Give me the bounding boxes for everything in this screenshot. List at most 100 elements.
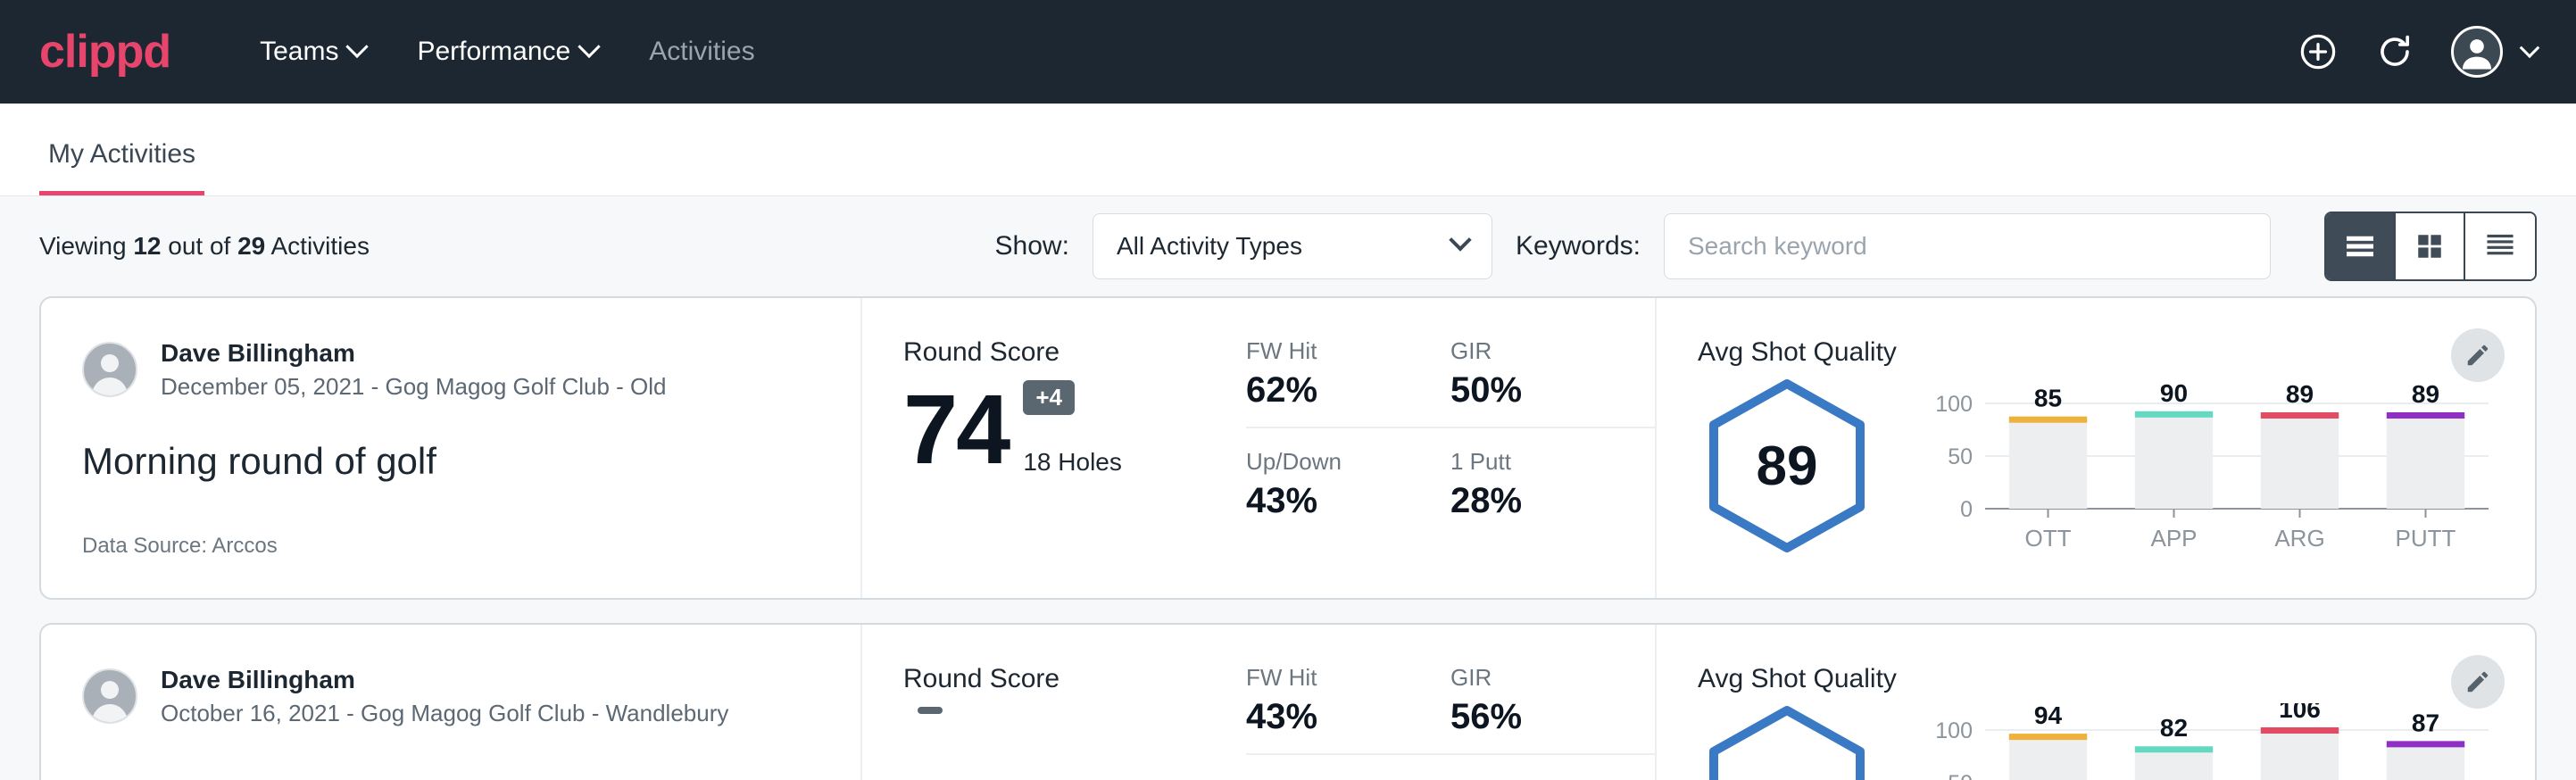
bar-cap bbox=[2261, 727, 2339, 734]
filter-controls: Show: All Activity Types Keywords: bbox=[995, 212, 2537, 281]
edit-activity-button[interactable] bbox=[2451, 328, 2505, 382]
holes-played: 18 Holes bbox=[1023, 448, 1122, 477]
score-differential-badge bbox=[918, 707, 943, 714]
bar-chart-svg: 05010094OTT82APP106ARG87PUTT bbox=[1915, 703, 2494, 780]
bar-cap bbox=[2009, 417, 2087, 423]
chevron-down-icon bbox=[1449, 228, 1471, 251]
main-nav: Teams Performance Activities bbox=[260, 37, 754, 67]
activity-summary: Dave Billingham October 16, 2021 - Gog M… bbox=[41, 625, 862, 780]
avatar bbox=[82, 342, 137, 397]
nav-item-teams-label: Teams bbox=[260, 37, 338, 67]
nav-item-activities-label: Activities bbox=[649, 37, 754, 67]
bar-cap bbox=[2387, 741, 2464, 747]
stat-label: Up/Down bbox=[1246, 448, 1415, 476]
stat-label: GIR bbox=[1450, 664, 1619, 692]
viewing-total: 29 bbox=[237, 232, 265, 260]
viewing-mid: out of bbox=[161, 232, 237, 260]
y-axis-tick-label: 50 bbox=[1948, 444, 1973, 469]
activity-card[interactable]: Dave Billingham October 16, 2021 - Gog M… bbox=[39, 623, 2537, 780]
shot-quality-bar-chart: 05010094OTT82APP106ARG87PUTT bbox=[1915, 703, 2494, 780]
activity-title: Morning round of golf bbox=[82, 440, 819, 483]
detail-view-button[interactable] bbox=[2465, 213, 2535, 279]
bar-cap bbox=[2135, 411, 2213, 418]
bar-cap bbox=[2135, 746, 2213, 752]
activity-summary: Dave Billingham December 05, 2021 - Gog … bbox=[41, 298, 862, 598]
nav-item-activities[interactable]: Activities bbox=[649, 37, 754, 67]
bar-value-label: 106 bbox=[2279, 703, 2321, 723]
round-score-section: Round Score 74 +4 18 Holes bbox=[862, 298, 1246, 598]
quality-hexagon: 89 bbox=[1698, 377, 1876, 555]
activity-card[interactable]: Dave Billingham December 05, 2021 - Gog … bbox=[39, 296, 2537, 600]
user-menu[interactable] bbox=[2451, 26, 2537, 78]
bar-track bbox=[2261, 730, 2339, 780]
stat-label: GIR bbox=[1450, 337, 1619, 365]
round-stats: FW Hit 43% GIR 56% bbox=[1246, 625, 1657, 780]
shot-quality-bar-chart: 05010085OTT90APP89ARG89PUTT bbox=[1915, 377, 2494, 555]
stat-value: 62% bbox=[1246, 370, 1415, 411]
quality-score: 89 bbox=[1698, 377, 1876, 555]
tab-strip: My Activities bbox=[0, 104, 2576, 196]
refresh-icon[interactable] bbox=[2374, 31, 2415, 72]
stat-label: FW Hit bbox=[1246, 664, 1415, 692]
viewing-count: 12 bbox=[133, 232, 161, 260]
stat-gir: GIR 56% bbox=[1450, 664, 1655, 755]
chevron-down-icon bbox=[346, 36, 369, 58]
activity-user: Dave Billingham October 16, 2021 - Gog M… bbox=[82, 664, 819, 729]
y-axis-tick-label: 50 bbox=[1948, 771, 1973, 780]
activity-type-select-value: All Activity Types bbox=[1117, 232, 1302, 261]
clippd-logo[interactable]: clippd bbox=[39, 29, 170, 75]
nav-item-teams[interactable]: Teams bbox=[260, 37, 365, 67]
stat-value: 43% bbox=[1246, 481, 1415, 521]
grid-view-button[interactable] bbox=[2396, 213, 2465, 279]
nav-item-performance[interactable]: Performance bbox=[417, 37, 597, 67]
stat-value: 50% bbox=[1450, 370, 1619, 411]
bar-value-label: 82 bbox=[2160, 714, 2188, 742]
list-icon bbox=[2344, 233, 2376, 260]
bar-track bbox=[2387, 743, 2464, 780]
top-bar-actions bbox=[2298, 26, 2537, 78]
tab-my-activities[interactable]: My Activities bbox=[39, 139, 204, 195]
search-input[interactable] bbox=[1664, 213, 2271, 279]
stat-value: 43% bbox=[1246, 697, 1415, 737]
avg-shot-quality-label: Avg Shot Quality bbox=[1698, 337, 2494, 368]
user-name: Dave Billingham bbox=[161, 664, 728, 695]
avg-shot-quality-label: Avg Shot Quality bbox=[1698, 664, 2494, 694]
viewing-summary: Viewing 12 out of 29 Activities bbox=[39, 232, 370, 261]
bar-track bbox=[2009, 419, 2087, 509]
bar-track bbox=[2135, 414, 2213, 509]
show-label: Show: bbox=[995, 231, 1069, 261]
detail-list-icon bbox=[2484, 232, 2516, 261]
grid-icon bbox=[2414, 231, 2445, 261]
y-axis-tick-label: 100 bbox=[1935, 718, 1973, 743]
round-score-section: Round Score bbox=[862, 625, 1246, 780]
activity-user: Dave Billingham December 05, 2021 - Gog … bbox=[82, 337, 819, 402]
round-score-label: Round Score bbox=[903, 337, 1246, 368]
y-axis-tick-label: 0 bbox=[1960, 497, 1973, 522]
x-axis-tick-label: PUTT bbox=[2396, 525, 2456, 552]
bar-value-label: 85 bbox=[2034, 385, 2062, 412]
score-differential-badge: +4 bbox=[1023, 380, 1075, 415]
activity-type-select[interactable]: All Activity Types bbox=[1093, 213, 1492, 279]
stat-value: 56% bbox=[1450, 697, 1619, 737]
bar-value-label: 87 bbox=[2412, 709, 2439, 736]
avatar bbox=[82, 668, 137, 724]
data-source: Data Source: Arccos bbox=[82, 534, 278, 559]
chevron-down-icon bbox=[578, 36, 600, 58]
bar-value-label: 94 bbox=[2034, 703, 2063, 729]
edit-activity-button[interactable] bbox=[2451, 655, 2505, 709]
bar-value-label: 89 bbox=[2412, 380, 2439, 408]
viewing-suffix: Activities bbox=[265, 232, 370, 260]
stat-value: 28% bbox=[1450, 481, 1619, 521]
viewing-prefix: Viewing bbox=[39, 232, 133, 260]
plus-circle-icon[interactable] bbox=[2298, 31, 2339, 72]
avg-shot-quality-section: Avg Shot Quality 05010094OTT82APP106ARG8… bbox=[1657, 625, 2535, 780]
bar-cap bbox=[2387, 412, 2464, 419]
list-view-button[interactable] bbox=[2326, 213, 2396, 279]
tab-my-activities-label: My Activities bbox=[48, 139, 195, 169]
x-axis-tick-label: APP bbox=[2150, 525, 2197, 552]
stat-one-putt: 1 Putt 28% bbox=[1450, 428, 1655, 521]
avg-shot-quality-section: Avg Shot Quality 89 05010085OTT90APP89AR… bbox=[1657, 298, 2535, 598]
nav-item-performance-label: Performance bbox=[417, 37, 570, 67]
bar-track bbox=[2009, 736, 2087, 780]
activity-meta: December 05, 2021 - Gog Magog Golf Club … bbox=[161, 372, 667, 402]
